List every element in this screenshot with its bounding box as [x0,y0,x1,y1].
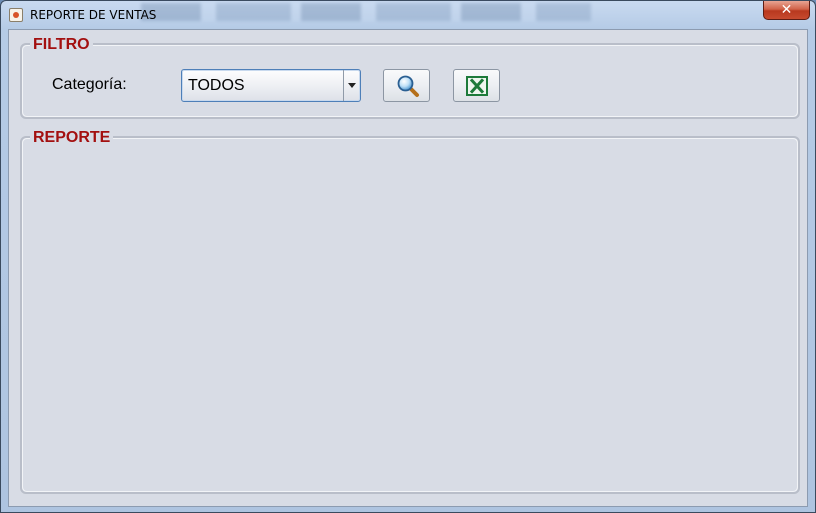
category-label: Categoría: [52,76,127,93]
search-button[interactable] [383,69,430,102]
chevron-down-icon[interactable] [343,70,360,101]
title-bar[interactable]: REPORTE DE VENTAS ✕ [1,1,815,29]
filter-panel-title: FILTRO [30,36,93,54]
search-icon [397,75,419,97]
report-panel-title: REPORTE [30,129,114,147]
java-app-icon[interactable] [9,8,23,22]
export-excel-button[interactable] [453,69,500,102]
report-panel: REPORTE [20,129,800,494]
category-selected-value: TODOS [188,77,245,94]
title-bar-background [141,3,591,21]
app-window: REPORTE DE VENTAS ✕ FILTRO Categoría: TO… [0,0,816,513]
window-title: REPORTE DE VENTAS [30,8,157,22]
content-pane: FILTRO Categoría: TODOS REPORTE [8,29,808,507]
close-button[interactable]: ✕ [763,1,810,20]
category-select[interactable]: TODOS [181,69,361,102]
close-icon: ✕ [780,2,793,18]
excel-icon [466,76,488,96]
